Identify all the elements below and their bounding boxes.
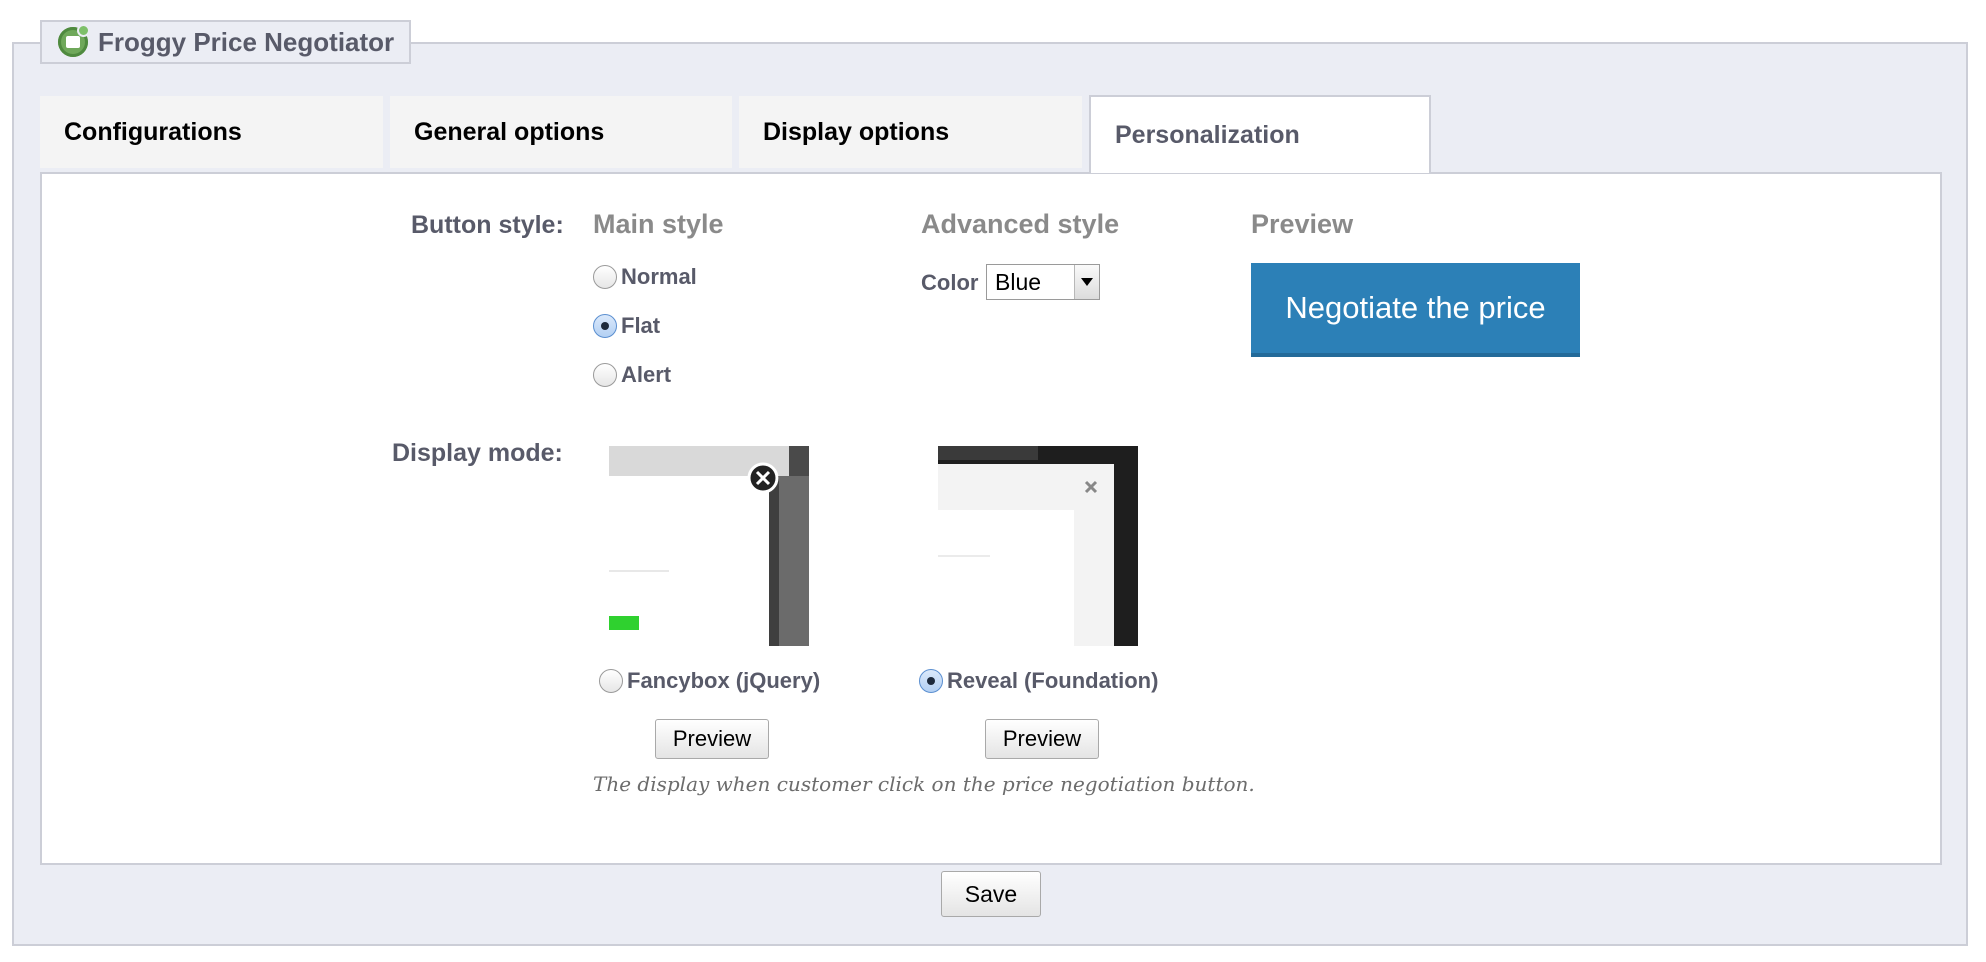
negotiate-preview-button[interactable]: Negotiate the price [1251, 263, 1580, 357]
radio-fancybox-control[interactable] [599, 669, 623, 693]
radio-alert[interactable]: Alert [593, 362, 671, 388]
reveal-preview-button[interactable]: Preview [985, 719, 1099, 759]
button-style-label: Button style: [411, 211, 564, 239]
module-legend: Froggy Price Negotiator [40, 20, 411, 64]
fancybox-preview-button[interactable]: Preview [655, 719, 769, 759]
reveal-thumbnail [938, 446, 1138, 646]
tab-general-options[interactable]: General options [390, 96, 732, 168]
radio-flat-control[interactable] [593, 314, 617, 338]
radio-reveal-label: Reveal (Foundation) [947, 668, 1159, 693]
radio-flat[interactable]: Flat [593, 313, 660, 339]
display-mode-hint: The display when customer click on the p… [593, 772, 1255, 796]
radio-fancybox-label: Fancybox (jQuery) [627, 668, 821, 693]
module-title: Froggy Price Negotiator [98, 26, 395, 57]
radio-normal-label: Normal [621, 264, 697, 289]
display-mode-label: Display mode: [392, 439, 563, 467]
color-select[interactable]: Blue [986, 264, 1100, 300]
tab-display-options[interactable]: Display options [739, 96, 1082, 168]
preview-title: Preview [1251, 209, 1354, 239]
radio-alert-label: Alert [621, 362, 672, 387]
chevron-down-icon[interactable] [1074, 265, 1099, 299]
radio-reveal-control[interactable] [919, 669, 943, 693]
fancybox-thumbnail [609, 446, 809, 646]
fancybox-thumbnail-art [609, 446, 809, 646]
main-style-title: Main style [593, 209, 724, 239]
froggy-logo-icon [58, 24, 90, 57]
radio-normal-control[interactable] [593, 265, 617, 289]
tab-personalization[interactable]: Personalization [1089, 95, 1431, 173]
reveal-thumbnail-art [938, 446, 1138, 646]
radio-reveal[interactable]: Reveal (Foundation) [919, 668, 1158, 694]
tab-configurations[interactable]: Configurations [40, 96, 383, 168]
radio-flat-label: Flat [621, 313, 661, 338]
save-button[interactable]: Save [941, 871, 1041, 917]
color-select-value: Blue [995, 268, 1042, 295]
radio-fancybox[interactable]: Fancybox (jQuery) [599, 668, 820, 694]
radio-alert-control[interactable] [593, 363, 617, 387]
radio-normal[interactable]: Normal [593, 264, 697, 290]
color-label: Color [921, 270, 979, 295]
advanced-style-title: Advanced style [921, 209, 1120, 239]
